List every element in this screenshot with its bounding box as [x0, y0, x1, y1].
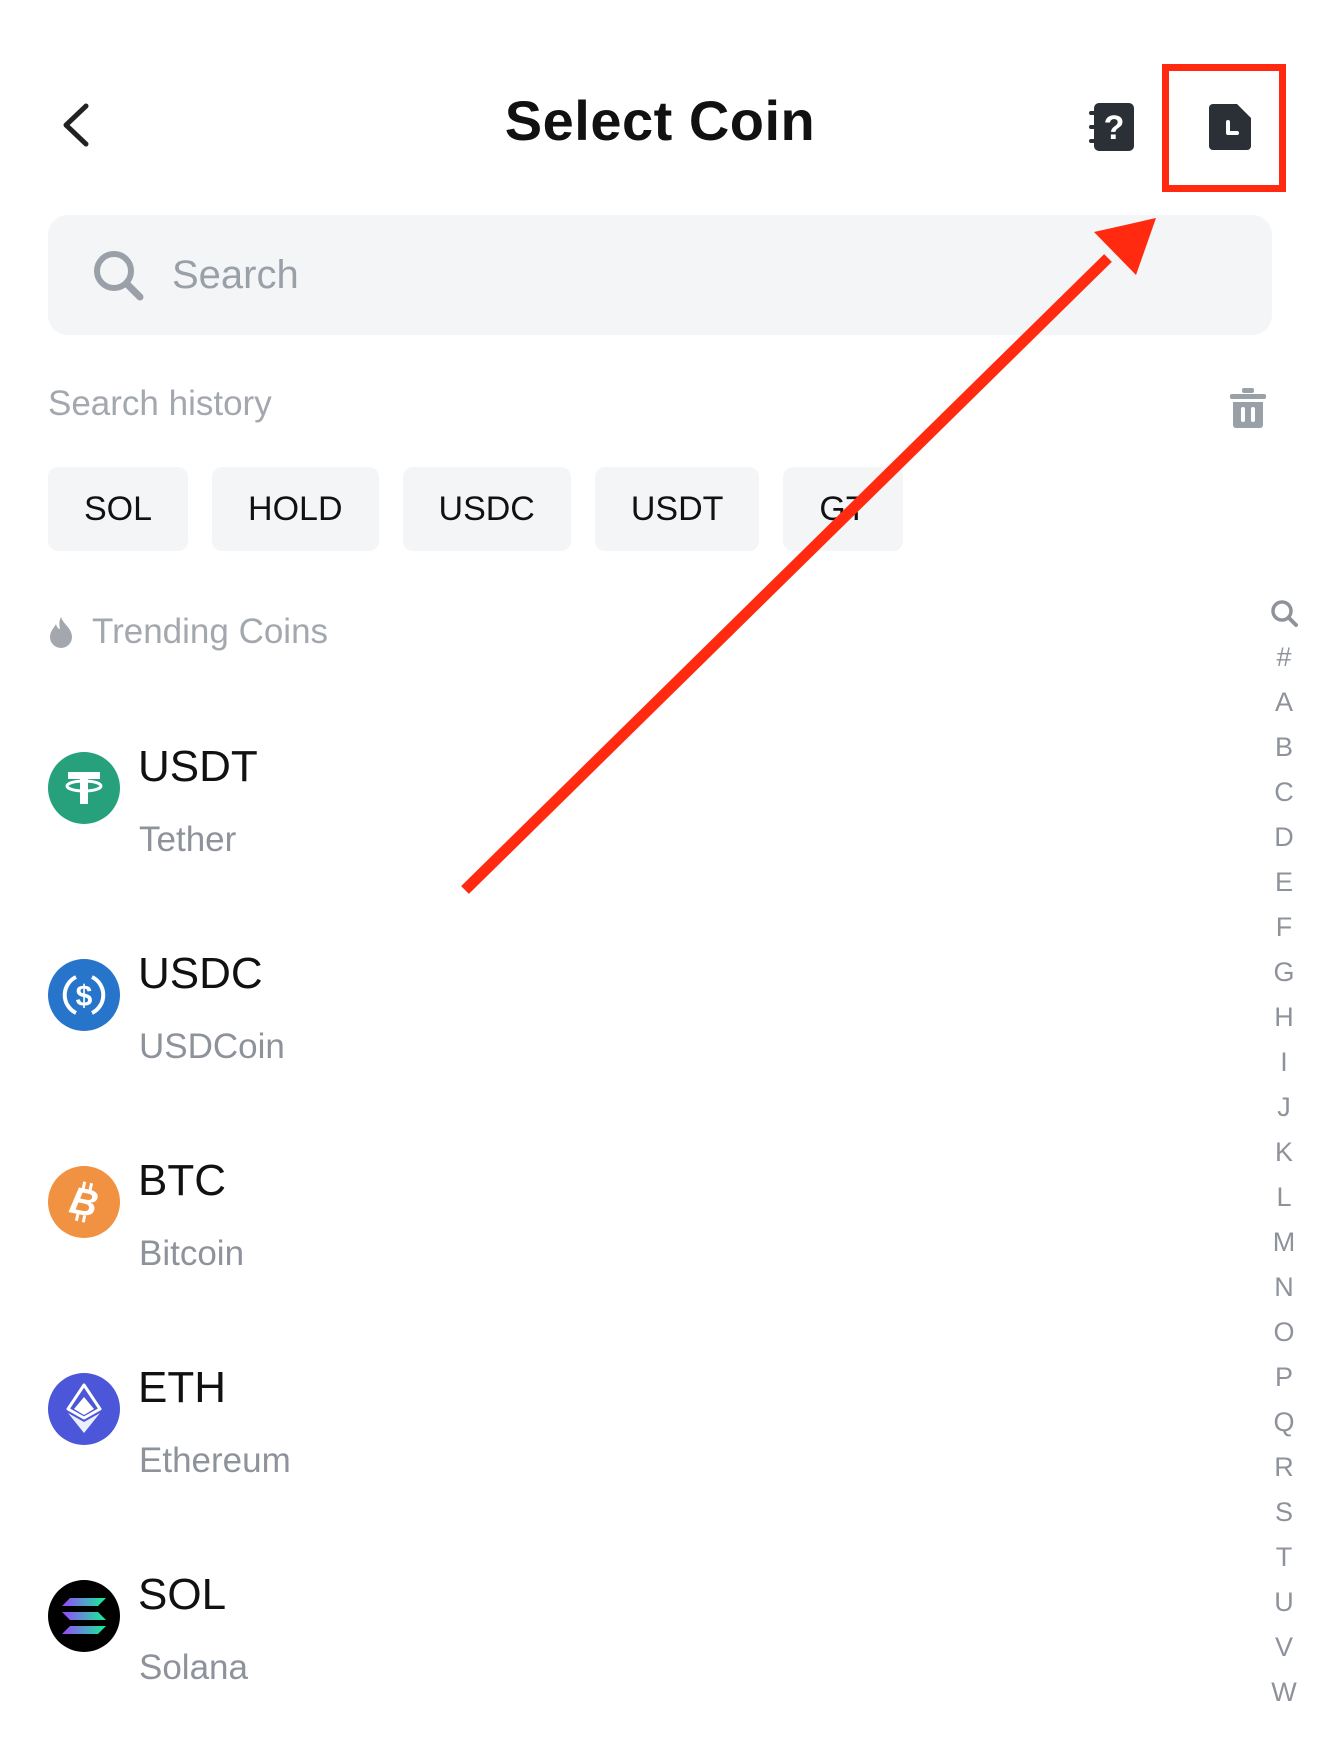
- index-letter[interactable]: G: [1262, 950, 1306, 995]
- coin-row-btc[interactable]: B BTC Bitcoin: [48, 1156, 1048, 1326]
- search-input[interactable]: [170, 251, 1074, 299]
- history-chip[interactable]: SOL: [48, 467, 189, 551]
- coin-row-usdc[interactable]: $ USDC USDCoin: [48, 949, 1048, 1119]
- search-history-chips: SOL HOLD USDC USDT GT: [48, 467, 903, 551]
- coin-name: Bitcoin: [139, 1234, 245, 1273]
- trending-coins-label: Trending Coins: [92, 612, 329, 651]
- history-document-icon: [1209, 104, 1251, 150]
- coin-symbol: ETH: [138, 1363, 226, 1412]
- svg-text:$: $: [76, 980, 93, 1013]
- search-bar[interactable]: [48, 215, 1272, 335]
- ethereum-logo-icon: [48, 1373, 120, 1445]
- trash-icon: [1230, 388, 1266, 428]
- index-letter[interactable]: C: [1262, 770, 1306, 815]
- index-letter[interactable]: A: [1262, 680, 1306, 725]
- coin-symbol: USDC: [138, 949, 263, 998]
- solana-logo-icon: [48, 1580, 120, 1652]
- search-icon: [94, 251, 144, 301]
- order-history-button[interactable]: [1200, 97, 1260, 157]
- coin-name: Tether: [139, 820, 237, 859]
- index-letter[interactable]: U: [1262, 1580, 1306, 1625]
- index-letter[interactable]: D: [1262, 815, 1306, 860]
- index-letter[interactable]: K: [1262, 1130, 1306, 1175]
- index-letter[interactable]: T: [1262, 1535, 1306, 1580]
- index-letter[interactable]: P: [1262, 1355, 1306, 1400]
- index-letter[interactable]: F: [1262, 905, 1306, 950]
- fire-icon: [50, 617, 72, 648]
- coin-name: Solana: [139, 1648, 248, 1687]
- index-letter[interactable]: V: [1262, 1625, 1306, 1670]
- coin-row-sol[interactable]: SOL Solana: [48, 1570, 1048, 1740]
- index-letter[interactable]: N: [1262, 1265, 1306, 1310]
- search-history-label: Search history: [48, 384, 272, 423]
- history-chip[interactable]: GT: [783, 467, 903, 551]
- index-letter[interactable]: B: [1262, 725, 1306, 770]
- index-letter[interactable]: H: [1262, 995, 1306, 1040]
- history-chip[interactable]: USDC: [402, 467, 571, 551]
- index-letter[interactable]: L: [1262, 1175, 1306, 1220]
- index-letter[interactable]: O: [1262, 1310, 1306, 1355]
- alphabet-index-bar: # A B C D E F G H I J K L M N O P Q R S …: [1262, 590, 1306, 1715]
- index-letter[interactable]: S: [1262, 1490, 1306, 1535]
- coin-symbol: BTC: [138, 1156, 226, 1205]
- index-letter[interactable]: J: [1262, 1085, 1306, 1130]
- index-letter[interactable]: I: [1262, 1040, 1306, 1085]
- coin-row-eth[interactable]: ETH Ethereum: [48, 1363, 1048, 1533]
- coin-symbol: USDT: [138, 742, 258, 791]
- usdc-logo-icon: $: [48, 959, 120, 1031]
- coin-row-usdt[interactable]: USDT Tether: [48, 742, 1048, 912]
- trending-header: Trending Coins: [48, 612, 328, 652]
- index-letter[interactable]: Q: [1262, 1400, 1306, 1445]
- svg-text:?: ?: [1104, 109, 1125, 147]
- index-letter[interactable]: #: [1262, 635, 1306, 680]
- bitcoin-logo-icon: B: [48, 1166, 120, 1238]
- index-letter[interactable]: R: [1262, 1445, 1306, 1490]
- coin-name: Ethereum: [139, 1441, 291, 1480]
- index-search-icon[interactable]: [1262, 590, 1306, 635]
- coin-name: USDCoin: [139, 1027, 285, 1066]
- history-chip[interactable]: USDT: [594, 467, 760, 551]
- coin-symbol: SOL: [138, 1570, 227, 1619]
- help-book-icon: ?: [1089, 103, 1134, 151]
- index-letter[interactable]: M: [1262, 1220, 1306, 1265]
- index-letter[interactable]: W: [1262, 1670, 1306, 1715]
- index-letter[interactable]: E: [1262, 860, 1306, 905]
- clear-history-button[interactable]: [1225, 382, 1271, 434]
- help-button[interactable]: ?: [1082, 97, 1142, 157]
- history-chip[interactable]: HOLD: [212, 467, 379, 551]
- tether-logo-icon: [48, 752, 120, 824]
